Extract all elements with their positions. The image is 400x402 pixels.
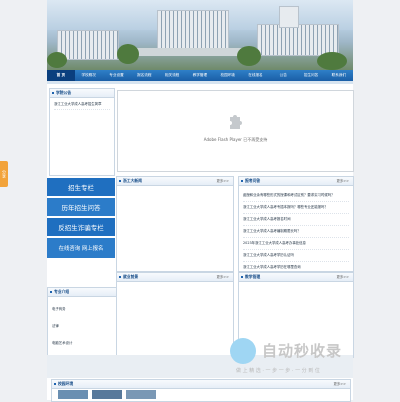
nav-item-home[interactable]: 首 页 — [47, 70, 75, 81]
campus-thumbnails — [58, 390, 156, 399]
nav-item-related-process[interactable]: 相关流程 — [158, 73, 186, 78]
anti-fraud-button[interactable]: 反招生诈骗专栏 — [47, 218, 115, 238]
bullet-icon — [54, 383, 56, 385]
more-link[interactable]: 更多>> — [337, 177, 349, 185]
nav-item-online-apply[interactable]: 在线报名 — [242, 73, 270, 78]
campus-thumbnail[interactable] — [126, 390, 156, 399]
nav-item-teaching[interactable]: 教学管理 — [186, 73, 214, 78]
nav-divider — [47, 81, 353, 84]
bullet-icon — [241, 276, 243, 278]
enroll-column-button[interactable]: 招生专栏 — [47, 178, 115, 198]
notice-item[interactable]: 浙江工业大学成人高考招生简章 — [54, 100, 110, 110]
banner-tree — [117, 44, 139, 64]
news-panel: 浙工大新闻 更多>> — [116, 176, 234, 272]
more-link[interactable]: 更多>> — [334, 380, 346, 388]
bullet-icon — [52, 92, 54, 94]
major-item[interactable]: 电脑艺术设计 — [52, 335, 112, 352]
more-link[interactable]: 更多>> — [217, 273, 229, 281]
watermark-subtitle: 做 上 精 选 · 一 步 一 步 · 一 分 到 位 — [236, 368, 320, 374]
banner-tree — [237, 46, 261, 66]
teaching-title: 教学管理 更多>> — [239, 273, 353, 282]
majors-panel: 专业介绍 电子商务 法律 电脑艺术设计 — [47, 287, 117, 361]
watermark-title: 自动秒收录 — [262, 342, 343, 360]
bullet-icon — [241, 180, 243, 182]
major-item[interactable]: 法律 — [52, 318, 112, 335]
nav-item-faq[interactable]: 招生问答 — [297, 73, 325, 78]
campus-thumbnail[interactable] — [58, 390, 88, 399]
nav-item-apply-process[interactable]: 报名流程 — [130, 73, 158, 78]
faq-item[interactable]: 浙江工业大学成人高考报名时间 — [243, 214, 349, 226]
plugin-puzzle-icon — [230, 115, 242, 129]
nav-item-campus[interactable]: 校园环境 — [214, 73, 242, 78]
more-link[interactable]: 更多>> — [337, 273, 349, 281]
nav-item-majors[interactable]: 专业设置 — [103, 73, 131, 78]
banner-building — [157, 10, 229, 52]
campus-banner — [47, 0, 353, 70]
banner-tree — [317, 52, 347, 70]
banner-building — [279, 6, 299, 28]
watermark-logo-icon — [230, 338, 256, 364]
faq-item[interactable]: 2023年浙江工业大学成人高考办事处信息 — [243, 238, 349, 250]
faq-item[interactable]: 浙江工业大学成人高考学历认证吗 — [243, 250, 349, 262]
main-nav: 首 页 学校概况 专业设置 报名流程 相关流程 教学管理 校园环境 在线报名 公… — [47, 70, 353, 81]
share-tab[interactable]: 分享 — [0, 161, 8, 187]
faq-item[interactable]: 浙江工业大学成人高考专插本报吗？哪些专业还能报吗？ — [243, 202, 349, 214]
majors-title: 专业介绍 — [48, 288, 116, 297]
faq-item[interactable]: 浙江工业大学成人高考编制期限长吗？ — [243, 226, 349, 238]
banner-tree — [47, 52, 67, 68]
faq-item[interactable]: 函授和业余有哪些形式的授课和考试区别？要求实习时候吗？ — [243, 190, 349, 202]
major-item[interactable]: 电子商务 — [52, 301, 112, 318]
faq-title: 报考问答 更多>> — [239, 177, 353, 186]
nav-item-contact[interactable]: 联系我们 — [325, 73, 353, 78]
consult-apply-button[interactable]: 在线咨询 网上报名 — [47, 238, 115, 260]
banner-building — [57, 30, 119, 60]
nav-item-about[interactable]: 学校概况 — [75, 73, 103, 78]
news-title: 浙工大新闻 更多>> — [117, 177, 233, 186]
nav-item-notice[interactable]: 公告 — [269, 73, 297, 78]
bullet-icon — [119, 276, 121, 278]
campus-thumbnail[interactable] — [92, 390, 122, 399]
notice-panel: 学院公告 浙江工业大学成人高考招生简章 — [49, 88, 115, 176]
campus-panel: 校园环境 更多>> — [51, 379, 351, 402]
notice-title: 学院公告 — [50, 89, 114, 98]
banner-building — [257, 24, 339, 56]
flash-message: Adobe Flash Player 已不再受支持 — [203, 137, 268, 142]
faq-history-button[interactable]: 历年招生问答 — [47, 198, 115, 218]
watermark: 自动秒收录 做 上 精 选 · 一 步 一 步 · 一 分 到 位 — [230, 338, 390, 378]
employment-panel: 就业前景 更多>> — [116, 272, 234, 358]
more-link[interactable]: 更多>> — [217, 177, 229, 185]
flash-placeholder: Adobe Flash Player 已不再受支持 — [117, 90, 354, 172]
employment-title: 就业前景 更多>> — [117, 273, 233, 282]
bullet-icon — [50, 291, 52, 293]
campus-title: 校园环境 更多>> — [52, 380, 350, 389]
bullet-icon — [119, 180, 121, 182]
faq-panel: 报考问答 更多>> 函授和业余有哪些形式的授课和考试区别？要求实习时候吗？ 浙江… — [238, 176, 354, 274]
